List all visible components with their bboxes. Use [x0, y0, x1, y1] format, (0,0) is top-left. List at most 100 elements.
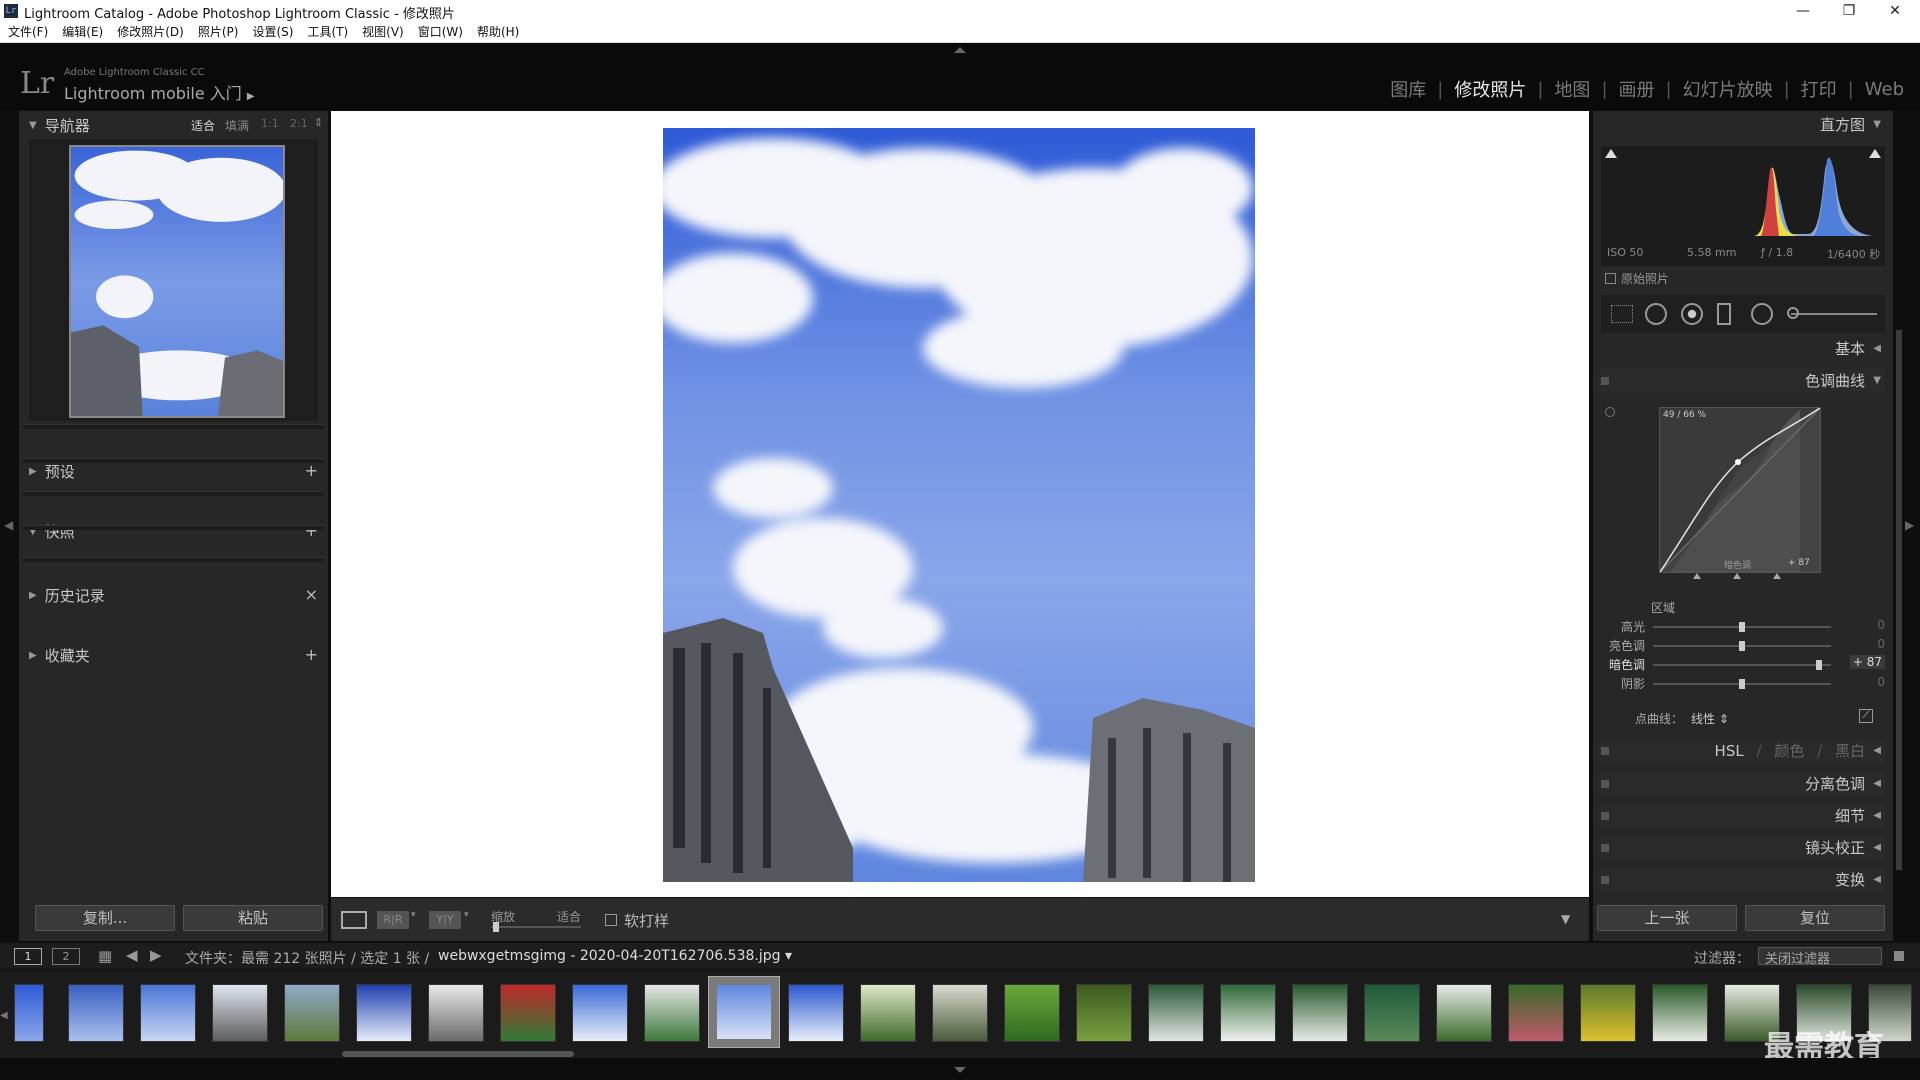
close-button[interactable]: ✕ [1872, 0, 1918, 23]
brush-icon[interactable] [1787, 307, 1799, 319]
histogram-header[interactable]: 直方图 ▼ [1599, 113, 1885, 137]
filmstrip-thumb[interactable] [140, 984, 196, 1042]
filmstrip-thumb[interactable] [1220, 984, 1276, 1042]
menu-tools[interactable]: 工具(T) [307, 23, 348, 42]
split-handle-icon[interactable] [1733, 573, 1741, 579]
filmstrip-thumb[interactable] [284, 984, 340, 1042]
zoom-fill[interactable]: 填满 [225, 117, 249, 134]
graduated-filter-icon[interactable] [1717, 303, 1731, 325]
menu-settings[interactable]: 设置(S) [252, 23, 293, 42]
toolbar-menu-icon[interactable]: ▼ [1561, 912, 1570, 926]
scroll-left-icon[interactable]: ◀ [0, 1010, 8, 1021]
before-after-rr-icon[interactable]: R|R [377, 911, 409, 929]
red-eye-icon[interactable] [1681, 303, 1703, 325]
zoom-1-1[interactable]: 1:1 [261, 117, 279, 130]
shadow-clipping-icon[interactable] [1605, 149, 1617, 158]
module-library[interactable]: 图库 [1390, 76, 1426, 102]
paste-button[interactable]: 粘贴 [183, 905, 323, 931]
module-develop[interactable]: 修改照片 [1454, 76, 1526, 102]
right-panel-scrollbar[interactable] [1896, 330, 1902, 870]
highlight-clipping-icon[interactable] [1869, 149, 1881, 158]
primary-display-button[interactable]: 1 [14, 948, 42, 965]
split-handle-icon[interactable] [1693, 573, 1701, 579]
filmstrip-scrollbar[interactable] [342, 1051, 574, 1057]
module-book[interactable]: 画册 [1619, 76, 1655, 102]
highlights-knob[interactable] [1739, 622, 1745, 632]
collapse-filmstrip-icon[interactable] [954, 1067, 966, 1073]
target-adjust-icon[interactable] [1605, 407, 1615, 417]
panel-toggle-icon[interactable] [1601, 780, 1609, 788]
hsl-header[interactable]: HSL / 颜色 / 黑白 ◀ [1599, 739, 1885, 763]
transform-header[interactable]: 变换 ◀ [1599, 868, 1885, 892]
filmstrip-thumb[interactable] [14, 984, 44, 1042]
minimize-button[interactable]: — [1780, 0, 1826, 23]
filmstrip-thumb[interactable] [212, 984, 268, 1042]
filmstrip-thumb[interactable] [1364, 984, 1420, 1042]
filmstrip-thumb[interactable] [1652, 984, 1708, 1042]
edit-point-curve-icon[interactable]: ⟋ [1859, 709, 1873, 723]
mobile-getting-started[interactable]: Lightroom mobile 入门 ▶ [64, 80, 255, 104]
filmstrip-thumb[interactable] [1076, 984, 1132, 1042]
original-photo-checkbox[interactable] [1605, 273, 1616, 284]
filename-selector[interactable]: webwxgetmsgimg - 2020-04-20T162706.538.j… [438, 948, 792, 964]
spot-removal-icon[interactable] [1645, 303, 1667, 325]
loupe-view-icon[interactable] [341, 911, 367, 929]
filmstrip-thumb[interactable] [1292, 984, 1348, 1042]
forward-arrow-icon[interactable]: ▶ [150, 946, 162, 964]
tone-curve-header[interactable]: 色调曲线 ▼ [1599, 369, 1885, 393]
filmstrip-thumb[interactable] [1580, 984, 1636, 1042]
basic-header[interactable]: 基本 ◀ [1599, 337, 1885, 361]
lights-value[interactable]: 0 [1877, 637, 1885, 651]
highlights-slider[interactable] [1653, 622, 1831, 632]
lens-corrections-header[interactable]: 镜头校正 ◀ [1599, 836, 1885, 860]
module-web[interactable]: Web [1865, 79, 1904, 100]
grid-icon[interactable]: ▦ [98, 947, 112, 965]
snapshots-panel[interactable]: ▼ 快照 + [19, 517, 328, 545]
darks-slider[interactable] [1653, 660, 1831, 670]
collections-panel[interactable]: ▶ 收藏夹 + [19, 641, 328, 669]
tab-bw[interactable]: 黑白 [1835, 742, 1865, 760]
highlights-value[interactable]: 0 [1877, 618, 1885, 632]
filter-select[interactable]: 关闭过滤器 [1758, 947, 1882, 967]
previous-button[interactable]: 上一张 [1597, 905, 1737, 931]
zoom-slider[interactable] [491, 922, 581, 932]
filmstrip-thumb[interactable] [1148, 984, 1204, 1042]
filmstrip-thumb[interactable] [860, 984, 916, 1042]
menu-file[interactable]: 文件(F) [8, 23, 48, 42]
filmstrip-thumb[interactable] [68, 984, 124, 1042]
menu-edit[interactable]: 编辑(E) [62, 23, 103, 42]
collapse-left-panel-icon[interactable]: ◀ [4, 518, 13, 532]
tone-curve-graph[interactable]: 49 / 66 % 暗色调 + 87 [1659, 407, 1821, 573]
brush-slider[interactable] [1791, 313, 1877, 315]
split-toning-header[interactable]: 分离色调 ◀ [1599, 772, 1885, 796]
copy-button[interactable]: 复制... [35, 905, 175, 931]
zoom-stepper-icon[interactable]: ⇕ [314, 116, 323, 129]
tab-hsl[interactable]: HSL [1715, 742, 1744, 760]
histogram[interactable]: ISO 50 5.58 mm ƒ / 1.8 1/6400 秒 [1601, 146, 1885, 266]
panel-toggle-icon[interactable] [1601, 812, 1609, 820]
shadows-value[interactable]: 0 [1877, 675, 1885, 689]
filmstrip-thumb[interactable] [428, 984, 484, 1042]
menu-window[interactable]: 窗口(W) [418, 23, 463, 42]
menu-view[interactable]: 视图(V) [362, 23, 404, 42]
filmstrip-thumb[interactable] [500, 984, 556, 1042]
point-curve-select[interactable]: 线性 ⇕ [1691, 710, 1729, 727]
add-preset-icon[interactable]: + [305, 461, 318, 480]
history-panel[interactable]: ▶ 历史记录 × [19, 581, 328, 609]
filmstrip-thumb[interactable] [1508, 984, 1564, 1042]
reset-button[interactable]: 复位 [1745, 905, 1885, 931]
maximize-button[interactable]: ❐ [1826, 0, 1872, 23]
lights-slider[interactable] [1653, 641, 1831, 651]
add-collection-icon[interactable]: + [305, 645, 318, 664]
filter-lock-icon[interactable] [1894, 951, 1904, 961]
shadows-knob[interactable] [1739, 679, 1745, 689]
navigator-preview[interactable] [29, 139, 318, 421]
back-arrow-icon[interactable]: ◀ [126, 946, 138, 964]
navigator-thumbnail[interactable] [69, 145, 286, 418]
chevron-down-icon[interactable]: ▾ [411, 910, 416, 920]
menu-help[interactable]: 帮助(H) [477, 23, 519, 42]
softproof-checkbox[interactable] [605, 914, 617, 926]
collapse-top-panel-icon[interactable] [954, 47, 966, 53]
detail-header[interactable]: 细节 ◀ [1599, 804, 1885, 828]
shadows-slider[interactable] [1653, 679, 1831, 689]
